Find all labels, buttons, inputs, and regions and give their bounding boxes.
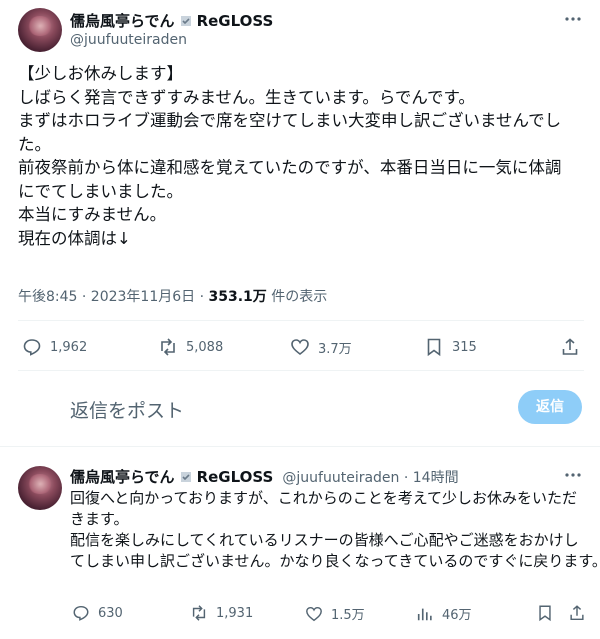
post-line: しばらく発言できずすみません。生きています。らでんです。: [18, 87, 475, 107]
repost-icon: [161, 338, 175, 356]
analytics-icon: [417, 608, 432, 620]
reply-submit-button[interactable]: 返信: [518, 390, 582, 424]
view-count: 353.1万: [208, 289, 267, 305]
reply-icon: [23, 339, 41, 356]
reply-repost-action[interactable]: 1,931: [190, 604, 253, 622]
post-line: 本当にすみません。: [18, 205, 167, 224]
repost-icon: [192, 605, 206, 621]
share-icon: [562, 338, 578, 355]
reply-repost-count: 1,931: [216, 605, 254, 621]
affiliate-badge-icon: [180, 16, 191, 26]
divider: [0, 446, 600, 447]
post-line: た。: [18, 134, 51, 154]
reply-count: 1,962: [50, 339, 88, 355]
heart-icon: [306, 606, 322, 621]
reply-body: 回復へと向かっておりますが、これからのことを考えて少しお休みをいただ きます。 …: [70, 488, 600, 572]
post-timestamp[interactable]: 午後8:45 · 2023年11月6日 ·: [18, 289, 209, 305]
reply-icon: [73, 605, 89, 621]
reply-share-action[interactable]: [568, 604, 586, 622]
reply-line: きます。: [70, 510, 129, 528]
reply-view-count: 46万: [442, 608, 472, 623]
group-name[interactable]: ReGLOSS: [197, 12, 274, 30]
reply-action[interactable]: 1,962: [22, 337, 87, 357]
bookmark-action[interactable]: 315: [424, 337, 477, 357]
reply-author-avatar[interactable]: [18, 466, 62, 510]
reply-line: 配信を楽しみにしてくれているリスナーの皆様へご心配やご迷惑をおかけし: [70, 531, 579, 549]
like-count: 3.7万: [318, 341, 352, 357]
heart-icon: [291, 339, 309, 356]
share-action[interactable]: [560, 337, 580, 357]
reply-bookmark-action[interactable]: [536, 604, 554, 622]
reply-group-name[interactable]: ReGLOSS: [197, 468, 274, 486]
bookmark-count: 315: [452, 339, 477, 355]
post-line: 【少しお休みします】: [18, 64, 183, 83]
reply-handle[interactable]: @juufuuteiraden · 14時間: [282, 470, 458, 486]
reply-line: 回復へと向かっておりますが、これからのことを考えて少しお休みをいただ: [70, 489, 578, 507]
share-icon: [570, 605, 584, 621]
repost-action[interactable]: 5,088: [158, 337, 223, 357]
post-line: 現在の体調は↓: [18, 228, 131, 248]
reply-like-count: 1.5万: [331, 608, 365, 623]
reply-like-action[interactable]: 1.5万: [305, 604, 365, 623]
view-count-suffix: 件の表示: [266, 289, 328, 305]
reply-input[interactable]: 返信をポスト: [70, 396, 184, 423]
author-handle[interactable]: @juufuuteiraden: [70, 32, 187, 48]
reply-more-icon[interactable]: [564, 466, 582, 488]
reply-line: てしまい申し訳ございません。かなり良くなってきているのですぐに戻ります。: [70, 552, 600, 570]
post-line: 前夜祭前から体に違和感を覚えていたのですが、本番日当日に一気に体調: [18, 158, 562, 177]
post-line: まずはホロライブ運動会で席を空けてしまい大変申し訳ございませんでし: [18, 111, 562, 130]
divider: [18, 370, 584, 371]
divider: [18, 320, 584, 321]
affiliate-badge-icon: [180, 472, 191, 482]
author-name[interactable]: 儒烏風亭らでん: [70, 12, 175, 30]
like-action[interactable]: 3.7万: [290, 337, 352, 357]
post-meta: 午後8:45 · 2023年11月6日 · 353.1万 件の表示: [18, 286, 327, 306]
bookmark-icon: [539, 605, 551, 622]
bookmark-icon: [427, 338, 441, 357]
post-line: にでてしまいました。: [18, 181, 183, 201]
author-avatar[interactable]: [18, 8, 62, 52]
reply-reply-count: 630: [98, 605, 123, 621]
reply-header: 儒烏風亭らでん ReGLOSS @juufuuteiraden · 14時間: [70, 466, 459, 487]
reply-author-name[interactable]: 儒烏風亭らでん: [70, 468, 175, 486]
author-name-row: 儒烏風亭らでん ReGLOSS: [70, 10, 273, 31]
post-body: 【少しお休みします】 しばらく発言できずすみません。生きています。らでんです。 …: [18, 62, 588, 250]
reply-reply-action[interactable]: 630: [72, 604, 123, 622]
more-icon[interactable]: [564, 10, 582, 32]
reply-views-action[interactable]: 46万: [416, 604, 472, 623]
repost-count: 5,088: [186, 339, 224, 355]
